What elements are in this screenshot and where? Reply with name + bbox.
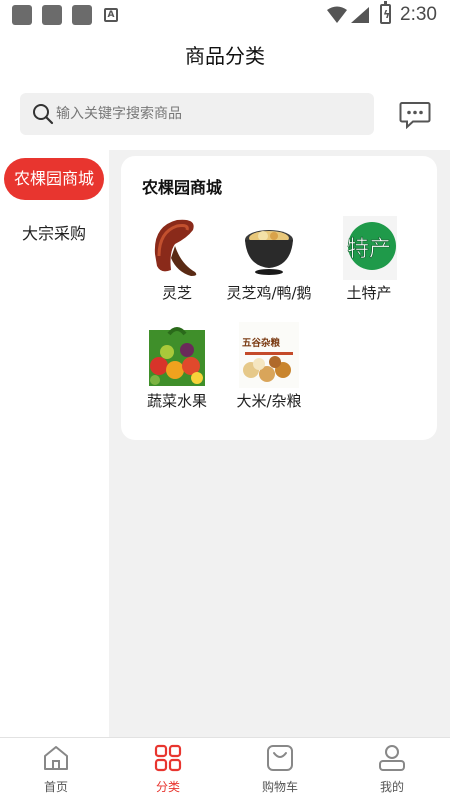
- signal-icon: [351, 7, 369, 23]
- specialty-image-text: 特产: [347, 237, 391, 262]
- notification-square-icon: [72, 5, 92, 25]
- home-icon: [44, 746, 68, 770]
- category-grid-icon: [154, 744, 182, 772]
- page-title: 商品分类: [185, 44, 265, 68]
- tab-label: 购物车: [261, 780, 298, 794]
- search-icon: [33, 104, 54, 125]
- search-input[interactable]: [56, 93, 356, 135]
- status-time: 2:30: [400, 4, 437, 25]
- category-item-specialty[interactable]: 特产 土特产: [319, 214, 419, 303]
- profile-icon: [379, 745, 405, 771]
- message-icon[interactable]: [399, 101, 431, 129]
- tab-profile[interactable]: 我的: [336, 738, 448, 800]
- battery-charging-icon: ϟ: [380, 1, 391, 24]
- vegetables-fruits-image: [147, 322, 207, 388]
- sidebar-item-nongkeyuan-mall[interactable]: 农棵园商城: [4, 158, 104, 200]
- wifi-icon: [327, 6, 347, 23]
- notification-square-icon: [42, 5, 62, 25]
- section-title: 农棵园商城: [142, 178, 223, 197]
- category-label: 蔬菜水果: [146, 392, 207, 410]
- grains-image: 五谷杂粮: [239, 322, 299, 388]
- bottom-tab-bar: 首页 分类 购物车 我的: [0, 737, 450, 800]
- tab-home[interactable]: 首页: [0, 738, 112, 800]
- category-label: 灵芝鸡/鸭/鹅: [226, 284, 312, 302]
- poultry-soup-image: [239, 214, 299, 280]
- category-label: 土特产: [346, 284, 392, 302]
- tab-label: 首页: [43, 780, 68, 794]
- category-label: 灵芝: [161, 284, 192, 302]
- category-content: 农棵园商城 灵芝 灵芝鸡/鸭/鹅 特产 土特产 蔬菜水果 五谷杂粮 大米/杂粮: [109, 150, 450, 737]
- specialty-image: 特产: [339, 214, 399, 280]
- category-card: 农棵园商城 灵芝 灵芝鸡/鸭/鹅 特产 土特产 蔬菜水果 五谷杂粮 大米/杂粮: [121, 156, 437, 440]
- a-notification-icon: A: [104, 8, 118, 22]
- tab-label: 我的: [379, 780, 404, 794]
- status-bar: A ϟ 2:30: [0, 0, 450, 30]
- category-item-vegetables-fruits[interactable]: 蔬菜水果: [127, 322, 227, 411]
- sidebar-item-bulk-purchase[interactable]: 大宗采购: [4, 213, 104, 255]
- cart-bag-icon: [267, 745, 293, 771]
- category-label: 大米/杂粮: [236, 392, 302, 410]
- search-bar[interactable]: [20, 93, 374, 135]
- category-item-grains[interactable]: 五谷杂粮 大米/杂粮: [219, 322, 319, 411]
- tab-category[interactable]: 分类: [112, 738, 224, 800]
- category-item-lingzhi[interactable]: 灵芝: [127, 214, 227, 303]
- lingzhi-image: [147, 214, 207, 280]
- tab-label: 分类: [155, 780, 180, 794]
- grains-image-text: 五谷杂粮: [242, 337, 281, 349]
- page-header: 商品分类: [0, 30, 450, 82]
- tab-cart[interactable]: 购物车: [224, 738, 336, 800]
- category-sidebar: 农棵园商城 大宗采购: [0, 150, 109, 737]
- category-item-poultry[interactable]: 灵芝鸡/鸭/鹅: [219, 214, 319, 303]
- notification-square-icon: [12, 5, 32, 25]
